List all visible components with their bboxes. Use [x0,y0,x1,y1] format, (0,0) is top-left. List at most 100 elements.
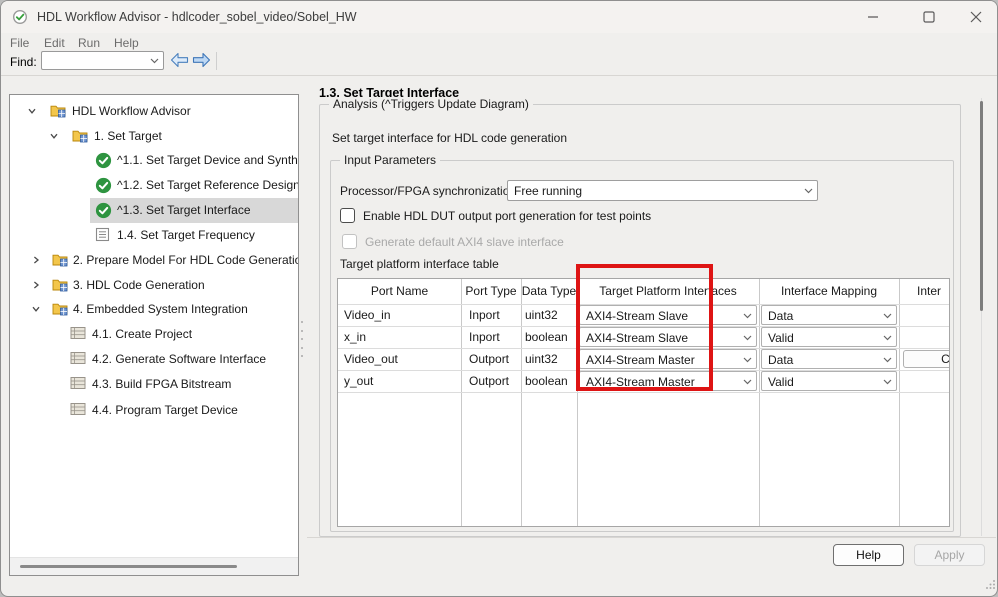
panel-scrollbar-thumb[interactable] [980,101,983,311]
list-icon [70,326,86,342]
panel-splitter[interactable] [300,321,304,357]
chevron-down-icon [804,188,813,194]
tree-item-set-target-reference-design[interactable]: ^1.2. Set Target Reference Design [10,173,297,197]
cell-data-type: uint32 [525,304,558,326]
find-previous-button[interactable] [170,52,189,69]
tree-item-hdl-code-generation[interactable]: 3. HDL Code Generation [10,273,297,297]
footer-divider [307,537,996,538]
chevron-down-icon [743,335,752,341]
find-label: Find: [10,55,37,69]
input-parameters-groupbox: Input Parameters Processor/FPGA synchron… [330,160,954,532]
chevron-down-icon [883,335,892,341]
tree-item-label: ^1.3. Set Target Interface [117,203,251,217]
interface-mapping-select[interactable]: Valid [761,327,897,347]
cell-data-type: uint32 [525,348,558,370]
task-description: Set target interface for HDL code genera… [332,131,567,145]
folder-icon [72,128,88,144]
interface-mapping-select[interactable]: Valid [761,371,897,391]
tree-item-label: ^1.2. Set Target Reference Design [117,178,299,192]
sync-select-value: Free running [514,184,582,198]
tree-item-set-target[interactable]: 1. Set Target [10,124,297,148]
tree-item-program-target-device[interactable]: 4.4. Program Target Device [10,398,297,422]
cell-port-name: Video_in [344,304,391,326]
tree-horizontal-scrollbar[interactable] [10,557,298,575]
chevron-down-icon[interactable] [31,304,41,314]
tree-item-hdl-workflow-advisor[interactable]: HDL Workflow Advisor [10,99,297,123]
target-platform-interface-select[interactable]: AXI4-Stream Master [579,371,757,391]
list-icon [70,351,86,367]
chevron-down-icon[interactable] [27,106,37,116]
interface-mapping-select[interactable]: Data [761,305,897,325]
tree-item-label: 1. Set Target [94,129,162,143]
menu-help[interactable]: Help [114,36,139,52]
tree-item-set-target-interface[interactable]: ^1.3. Set Target Interface [10,198,297,222]
testpoints-checkbox[interactable] [340,208,355,223]
cell-port-name: x_in [344,326,366,348]
cell-port-name: Video_out [344,348,398,370]
interface-table-label: Target platform interface table [340,257,499,271]
testpoints-checkbox-label[interactable]: Enable HDL DUT output port generation fo… [363,209,651,223]
folder-icon [52,301,68,317]
tree-item-set-target-device[interactable]: ^1.1. Set Target Device and Synthesis To… [10,148,297,172]
find-input[interactable] [41,51,164,70]
tree-item-label: 4.3. Build FPGA Bitstream [92,377,231,391]
tree-item-label: 2. Prepare Model For HDL Code Generation [73,253,299,267]
tree-item-generate-software-interface[interactable]: 4.2. Generate Software Interface [10,347,297,371]
list-icon [70,376,86,392]
axi4-slave-checkbox-label: Generate default AXI4 slave interface [365,235,564,249]
chevron-right-icon[interactable] [31,255,41,265]
cell-port-type: Outport [469,348,509,370]
interface-mapping-select[interactable]: Data [761,349,897,369]
apply-button[interactable]: Apply [914,544,985,566]
tree-item-label: 3. HDL Code Generation [73,278,205,292]
window-title: HDL Workflow Advisor - hdlcoder_sobel_vi… [37,10,357,24]
hdl-workflow-advisor-window: HDL Workflow Advisor - hdlcoder_sobel_vi… [0,0,998,597]
chevron-down-icon [150,58,159,64]
tree-item-embedded-system-integration[interactable]: 4. Embedded System Integration [10,297,297,321]
menu-file[interactable]: File [10,36,29,52]
chevron-down-icon[interactable] [49,131,59,141]
col-header-interface-options: Inter [899,279,950,304]
find-next-button[interactable] [192,52,211,69]
target-platform-interface-table: Port Name Port Type Data Type Target Pla… [337,278,950,527]
tree-item-set-target-frequency[interactable]: 1.4. Set Target Frequency [10,223,297,247]
check-passed-icon [95,177,111,193]
tree-item-label: 1.4. Set Target Frequency [117,228,255,242]
sync-select[interactable]: Free running [507,180,818,201]
tree-horizontal-scrollbar-thumb[interactable] [20,565,237,568]
chevron-down-icon [743,313,752,319]
chevron-down-icon [883,379,892,385]
tree-item-build-fpga-bitstream[interactable]: 4.3. Build FPGA Bitstream [10,372,297,396]
col-header-port-name: Port Name [338,279,461,304]
cell-port-name: y_out [344,370,373,392]
folder-icon [50,103,66,119]
menu-run[interactable]: Run [78,36,100,52]
col-header-target-platform-interfaces: Target Platform Interfaces [577,279,759,304]
cell-port-type: Outport [469,370,509,392]
check-passed-icon [95,152,111,168]
tree-item-label: 4.2. Generate Software Interface [92,352,266,366]
target-platform-interface-select[interactable]: AXI4-Stream Master [579,349,757,369]
maximize-button[interactable] [909,1,949,33]
title-bar: HDL Workflow Advisor - hdlcoder_sobel_vi… [1,1,997,33]
close-button[interactable] [956,1,996,33]
sync-label: Processor/FPGA synchronization: [340,184,519,198]
tree-item-create-project[interactable]: 4.1. Create Project [10,322,297,346]
menu-edit[interactable]: Edit [44,36,65,52]
tree-item-prepare-model[interactable]: 2. Prepare Model For HDL Code Generation [10,248,297,272]
tree-item-label: 4. Embedded System Integration [73,302,248,316]
minimize-button[interactable] [853,1,893,33]
input-parameters-groupbox-label: Input Parameters [340,153,440,167]
col-header-data-type: Data Type [521,279,577,304]
chevron-down-icon [743,357,752,363]
target-platform-interface-select[interactable]: AXI4-Stream Slave [579,305,757,325]
toolbar-separator [216,52,217,70]
chevron-down-icon [743,379,752,385]
chevron-right-icon[interactable] [31,280,41,290]
target-platform-interface-select[interactable]: AXI4-Stream Slave [579,327,757,347]
help-button[interactable]: Help [833,544,904,566]
list-icon [70,402,86,418]
interface-options-button[interactable]: C [903,350,950,368]
resize-grip-icon[interactable] [985,579,996,590]
col-header-port-type: Port Type [461,279,521,304]
